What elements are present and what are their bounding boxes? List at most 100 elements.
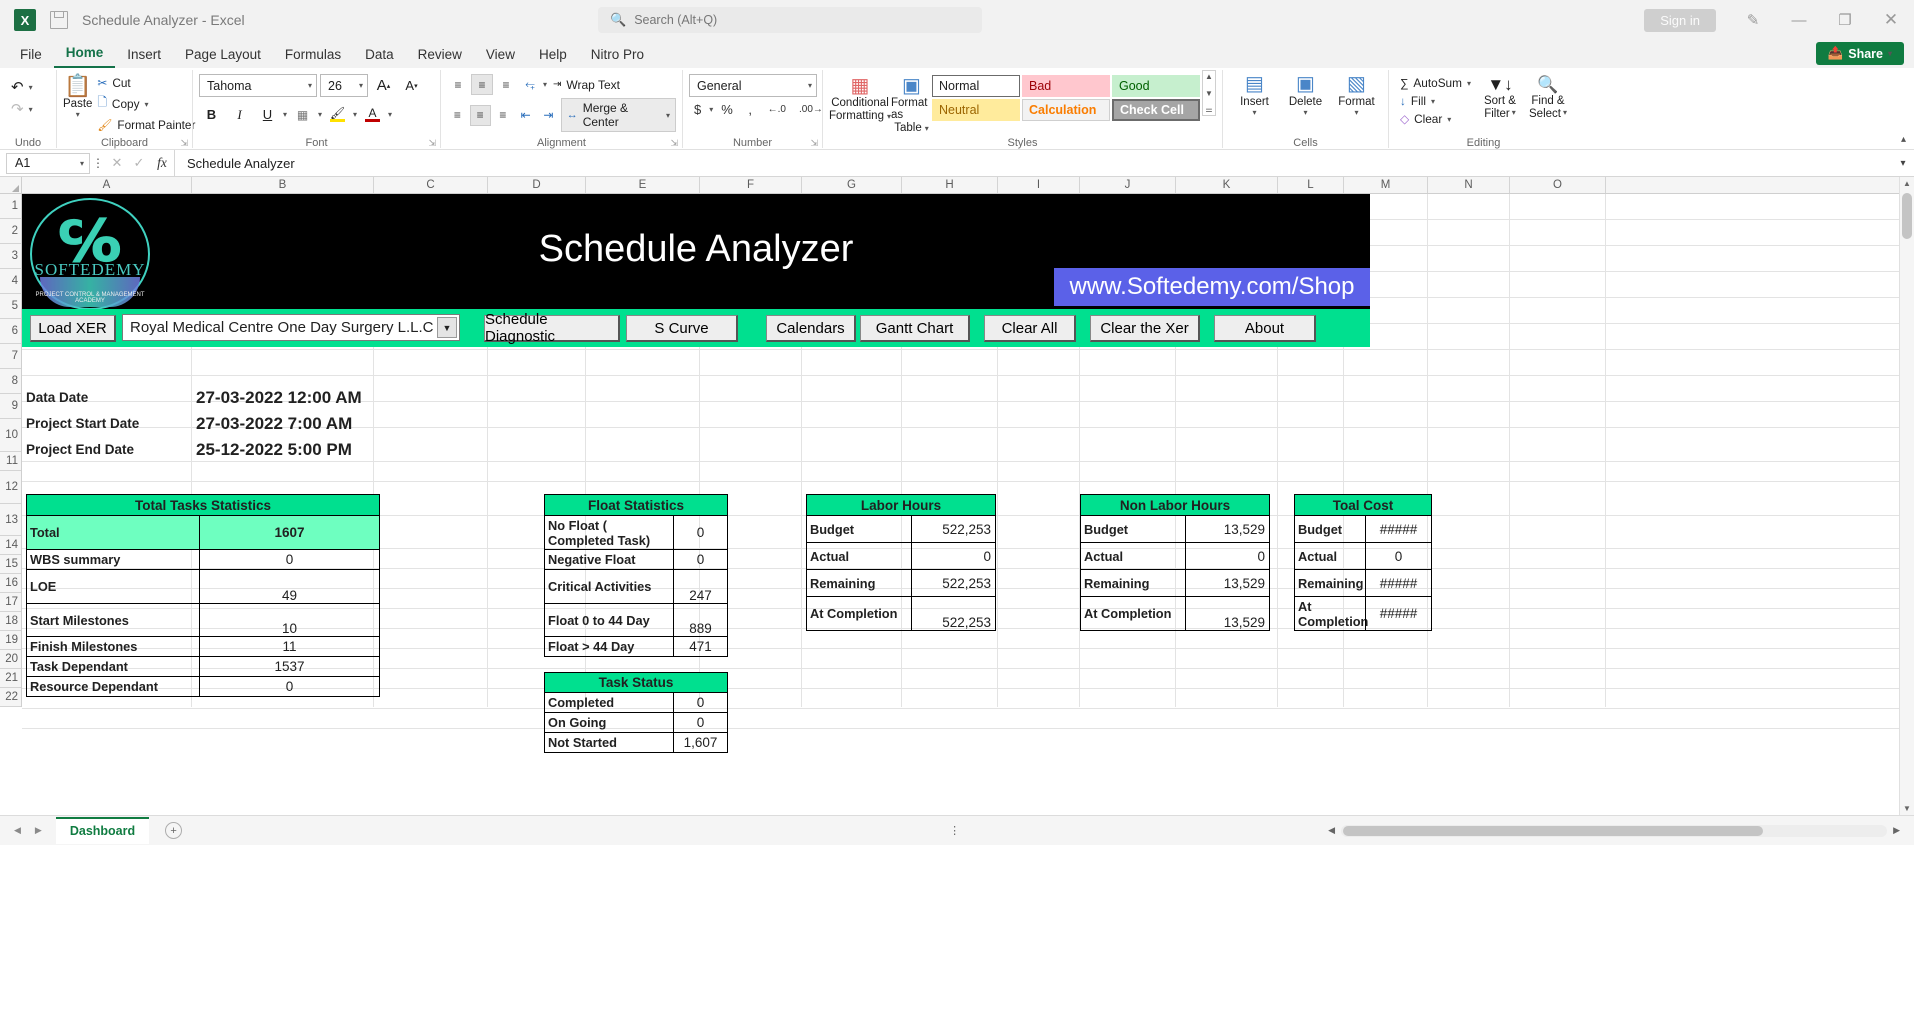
share-button[interactable]: 📤 Share ▾: [1816, 42, 1904, 65]
column-header-B[interactable]: B: [192, 177, 374, 193]
format-cells-button[interactable]: ▧ Format ▾: [1331, 70, 1382, 117]
scroll-down-icon[interactable]: ▼: [1205, 89, 1213, 98]
redo-button[interactable]: ↷▾: [6, 98, 38, 120]
conditional-formatting-button[interactable]: ▦ Conditional Formatting▾: [829, 73, 891, 122]
row-header-15[interactable]: 15: [0, 555, 21, 574]
row-header-6[interactable]: 6: [0, 319, 21, 344]
tab-help[interactable]: Help: [527, 44, 579, 68]
comma-format-button[interactable]: ,: [741, 101, 760, 118]
column-header-L[interactable]: L: [1278, 177, 1344, 193]
tab-view[interactable]: View: [474, 44, 527, 68]
vertical-scroll-thumb[interactable]: [1902, 193, 1912, 239]
column-header-A[interactable]: A: [22, 177, 192, 193]
minimize-button[interactable]: —: [1776, 0, 1822, 40]
search-input[interactable]: 🔍 Search (Alt+Q): [598, 7, 982, 33]
decrease-indent-icon[interactable]: ⇤: [515, 105, 536, 126]
add-sheet-button[interactable]: +: [165, 822, 182, 839]
ink-pen-icon[interactable]: ✎: [1730, 0, 1776, 40]
row-header-11[interactable]: 11: [0, 452, 21, 471]
column-header-E[interactable]: E: [586, 177, 700, 193]
cell-style-check-cell[interactable]: Check Cell: [1112, 99, 1200, 121]
column-header-O[interactable]: O: [1510, 177, 1606, 193]
cell-style-normal[interactable]: Normal: [932, 75, 1020, 97]
sheet-tab-dashboard[interactable]: Dashboard: [56, 817, 149, 844]
next-sheet-icon[interactable]: ▶: [35, 825, 42, 836]
about-button[interactable]: About: [1214, 315, 1316, 342]
cell-style-neutral[interactable]: Neutral: [932, 99, 1020, 121]
project-select[interactable]: Royal Medical Centre One Day Surgery L.L…: [122, 314, 460, 341]
cut-button[interactable]: ✂Cut: [92, 74, 200, 92]
dialog-launcher-icon[interactable]: ⇲: [428, 138, 436, 149]
column-header-D[interactable]: D: [488, 177, 586, 193]
restore-button[interactable]: ❐: [1822, 0, 1868, 40]
fill-color-icon[interactable]: 🖌: [325, 103, 350, 126]
font-name-select[interactable]: Tahoma ▾: [199, 74, 317, 97]
load-xer-button[interactable]: Load XER: [30, 315, 116, 342]
tab-home[interactable]: Home: [54, 42, 116, 68]
borders-icon[interactable]: ▦: [290, 103, 315, 126]
font-color-icon[interactable]: A: [360, 103, 385, 126]
row-header-18[interactable]: 18: [0, 612, 21, 631]
save-icon[interactable]: [50, 11, 68, 29]
clear-the-xer-button[interactable]: Clear the Xer: [1090, 315, 1200, 342]
column-header-C[interactable]: C: [374, 177, 488, 193]
row-header-12[interactable]: 12: [0, 471, 21, 504]
s-curve-button[interactable]: S Curve: [626, 315, 738, 342]
gantt-chart-button[interactable]: Gantt Chart: [860, 315, 970, 342]
clear-all-button[interactable]: Clear All: [984, 315, 1076, 342]
undo-button[interactable]: ↶▾: [6, 76, 38, 98]
sort-filter-button[interactable]: ▼↓ Sort & Filter▾: [1476, 72, 1524, 120]
row-header-7[interactable]: 7: [0, 344, 21, 369]
shop-link[interactable]: www.Softedemy.com/Shop: [1054, 268, 1370, 306]
sheet-cells-area[interactable]: Schedule Analyzer ℅ SOFTEDEMY PROJECT CO…: [22, 194, 1914, 707]
styles-gallery-scrollbar[interactable]: ▲ ▼ ⚌: [1202, 70, 1216, 116]
chevron-down-icon[interactable]: ▾: [283, 110, 287, 119]
collapse-ribbon-icon[interactable]: ▴: [1901, 134, 1906, 145]
row-header-16[interactable]: 16: [0, 574, 21, 593]
increase-indent-icon[interactable]: ⇥: [538, 105, 559, 126]
chevron-down-icon[interactable]: ▾: [388, 110, 392, 119]
insert-function-icon[interactable]: fx: [150, 155, 174, 171]
scroll-down-icon[interactable]: ▼: [1900, 804, 1914, 813]
merge-center-button[interactable]: ↔ Merge & Center ▾: [561, 98, 676, 132]
scroll-up-icon[interactable]: ▲: [1205, 72, 1213, 81]
column-header-I[interactable]: I: [998, 177, 1080, 193]
format-as-table-button[interactable]: ▣ Format as Table▾: [891, 73, 932, 134]
chevron-down-icon[interactable]: ▾: [543, 80, 547, 89]
scroll-left-icon[interactable]: ◀: [1328, 825, 1335, 836]
insert-cells-button[interactable]: ▤ Insert ▾: [1229, 70, 1280, 117]
tab-overflow-icon[interactable]: ⋮: [949, 824, 962, 837]
schedule-diagnostic-button[interactable]: Schedule Diagnostic: [484, 315, 620, 342]
paste-button[interactable]: 📋 Paste ▾: [63, 72, 92, 119]
horizontal-scrollbar[interactable]: [1341, 825, 1887, 837]
percent-format-button[interactable]: %: [716, 101, 738, 118]
row-header-17[interactable]: 17: [0, 593, 21, 612]
number-format-select[interactable]: General ▾: [689, 74, 817, 97]
row-header-4[interactable]: 4: [0, 269, 21, 294]
row-header-10[interactable]: 10: [0, 419, 21, 452]
scroll-up-icon[interactable]: ▲: [1900, 179, 1914, 188]
wrap-text-button[interactable]: ⇥ Wrap Text: [549, 76, 624, 94]
align-center-button[interactable]: ≡: [470, 105, 491, 126]
tab-data[interactable]: Data: [353, 44, 406, 68]
align-right-button[interactable]: ≡: [493, 105, 514, 126]
dialog-launcher-icon[interactable]: ⇲: [180, 138, 188, 149]
align-left-button[interactable]: ≡: [447, 105, 468, 126]
chevron-down-icon[interactable]: ▼: [437, 317, 457, 338]
tab-file[interactable]: File: [8, 44, 54, 68]
copy-button[interactable]: 🗋Copy▾: [92, 92, 200, 116]
row-header-9[interactable]: 9: [0, 394, 21, 419]
row-header-22[interactable]: 22: [0, 688, 21, 707]
align-top-button[interactable]: ≡: [447, 74, 469, 95]
expand-formula-bar-icon[interactable]: ▾: [1892, 158, 1914, 169]
chevron-down-icon[interactable]: ▾: [709, 105, 713, 114]
select-all-corner[interactable]: [0, 177, 22, 193]
delete-cells-button[interactable]: ▣ Delete ▾: [1280, 70, 1331, 117]
name-box[interactable]: A1 ▾: [6, 153, 90, 174]
tab-page-layout[interactable]: Page Layout: [173, 44, 273, 68]
cell-style-bad[interactable]: Bad: [1022, 75, 1110, 97]
row-header-3[interactable]: 3: [0, 244, 21, 269]
sign-in-button[interactable]: Sign in: [1644, 9, 1716, 32]
column-header-K[interactable]: K: [1176, 177, 1278, 193]
format-painter-button[interactable]: 🖌Format Painter: [92, 116, 200, 134]
